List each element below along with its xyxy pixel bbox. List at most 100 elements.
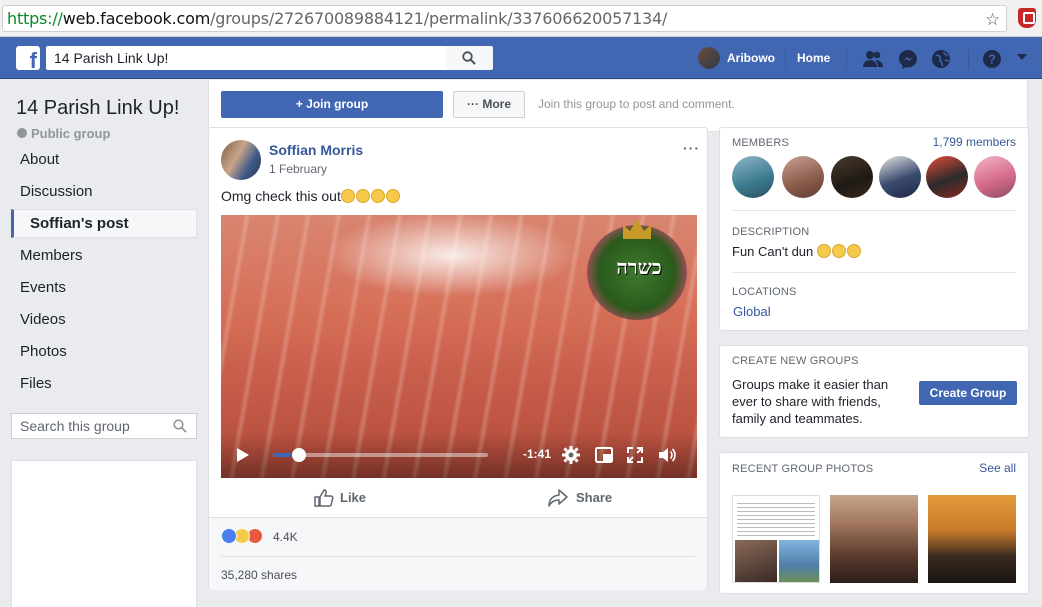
recent-photo-thumbnail[interactable] (830, 495, 918, 583)
user-avatar[interactable] (698, 47, 720, 69)
join-group-button[interactable]: + Join group (221, 91, 443, 118)
post-timestamp[interactable]: 1 February (269, 162, 327, 176)
group-title[interactable]: 14 Parish Link Up! (16, 97, 179, 120)
extension-shield-icon[interactable] (1018, 8, 1036, 28)
like-button[interactable]: Like (314, 481, 374, 515)
member-avatar[interactable] (926, 156, 968, 198)
settings-gear-icon[interactable] (561, 445, 581, 465)
search-icon[interactable] (173, 419, 187, 433)
sidebar-item-soffians-post[interactable]: Soffian's post (11, 209, 197, 238)
video-controls: -1:41 (221, 432, 697, 478)
photo-inset (735, 540, 777, 582)
more-button[interactable]: ··· More (453, 91, 525, 118)
volume-icon[interactable] (657, 445, 677, 465)
sidebar-ad-placeholder (11, 460, 197, 607)
like-reaction-icon (221, 528, 237, 544)
nav-divider (846, 49, 847, 69)
share-label: Share (576, 490, 613, 505)
sidebar-item-videos[interactable]: Videos (11, 305, 197, 334)
divider (221, 556, 695, 557)
divider (732, 272, 1016, 273)
play-icon[interactable] (237, 448, 249, 462)
recent-photo-thumbnail[interactable] (732, 495, 820, 583)
account-menu-chevron-down-icon[interactable] (1017, 54, 1027, 60)
friend-requests-icon[interactable] (862, 48, 884, 70)
search-input[interactable]: 14 Parish Link Up! (46, 46, 446, 70)
messenger-icon[interactable] (897, 48, 919, 70)
public-globe-icon (17, 128, 27, 138)
member-avatar[interactable] (974, 156, 1016, 198)
post-text: Omg check this out (221, 188, 401, 204)
nav-divider (785, 49, 786, 69)
video-player[interactable]: כשרה -1:41 (221, 215, 697, 478)
create-group-button[interactable]: Create Group (919, 381, 1017, 405)
kissing-emoji-icon (816, 244, 831, 258)
recent-photos-label: RECENT GROUP PHOTOS (732, 463, 874, 475)
recent-photo-thumbnail[interactable] (928, 495, 1016, 583)
notifications-globe-icon[interactable] (930, 48, 952, 70)
sidebar-item-about[interactable]: About (11, 145, 197, 174)
share-button[interactable]: Share (548, 481, 618, 515)
description-label: DESCRIPTION (732, 226, 810, 238)
facebook-top-bar: f 14 Parish Link Up! Aribowo Home ? (0, 37, 1042, 79)
post-author-link[interactable]: Soffian Morris (269, 142, 363, 158)
join-hint-text: Join this group to post and comment. (538, 97, 735, 111)
group-privacy-label: Public group (17, 126, 110, 141)
group-search-input[interactable]: Search this group (11, 413, 197, 439)
thumbs-up-icon (314, 489, 334, 507)
home-link[interactable]: Home (797, 51, 830, 65)
url-host: web.facebook.com (62, 9, 211, 28)
reaction-count[interactable]: 4.4K (273, 530, 298, 544)
search-button[interactable] (446, 46, 493, 70)
watermark-text: כשרה (616, 255, 662, 279)
watermark-crown-icon (623, 219, 651, 239)
reactions-section: 4.4K 35,280 shares (209, 517, 707, 590)
post-card: Soffian Morris 1 February ··· Omg check … (208, 127, 708, 590)
address-bar[interactable]: https://web.facebook.com/groups/27267008… (2, 5, 1007, 32)
url-path: /groups/272670089884121/permalink/337606… (210, 9, 668, 28)
user-name-link[interactable]: Aribowo (727, 51, 775, 65)
create-group-card: CREATE NEW GROUPS Groups make it easier … (719, 345, 1029, 438)
bookmark-star-icon[interactable]: ☆ (985, 8, 1000, 33)
shares-count[interactable]: 35,280 shares (221, 568, 297, 582)
laughing-emoji-icon (385, 189, 400, 203)
member-avatar[interactable] (782, 156, 824, 198)
picture-in-picture-icon[interactable] (594, 445, 614, 465)
members-count-link[interactable]: 1,799 members (933, 135, 1016, 149)
heart-eyes-emoji-icon (831, 244, 846, 258)
fullscreen-icon[interactable] (625, 445, 645, 465)
post-action-bar: Like Share (221, 481, 697, 517)
member-avatar[interactable] (831, 156, 873, 198)
group-sidebar: 14 Parish Link Up! Public group About Di… (0, 80, 207, 607)
video-progress-bar[interactable] (273, 448, 488, 462)
location-link[interactable]: Global (733, 304, 771, 319)
laughing-emoji-icon (340, 189, 355, 203)
search-icon (462, 51, 476, 65)
sidebar-item-events[interactable]: Events (11, 273, 197, 302)
video-time-remaining: -1:41 (523, 447, 552, 461)
sidebar-item-photos[interactable]: Photos (11, 337, 197, 366)
see-all-link[interactable]: See all (979, 461, 1016, 475)
members-label: MEMBERS (732, 137, 790, 149)
group-info-card: MEMBERS 1,799 members DESCRIPTION Fun Ca… (719, 127, 1029, 331)
member-avatar[interactable] (879, 156, 921, 198)
help-icon[interactable]: ? (981, 48, 1003, 70)
create-groups-label: CREATE NEW GROUPS (732, 355, 859, 367)
create-groups-text-line: Groups make it easier than (732, 377, 889, 392)
photo-text-lines (737, 500, 815, 536)
facebook-logo-icon[interactable]: f (16, 46, 40, 70)
member-avatar[interactable] (732, 156, 774, 198)
post-options-icon[interactable]: ··· (683, 140, 700, 156)
laughing-emoji-icon (355, 189, 370, 203)
create-groups-text-line: ever to share with friends, (732, 394, 881, 409)
sidebar-item-members[interactable]: Members (11, 241, 197, 270)
video-scrubber-handle[interactable] (291, 448, 306, 462)
divider (732, 210, 1016, 211)
author-avatar[interactable] (221, 140, 261, 180)
svg-text:?: ? (988, 52, 996, 67)
locations-label: LOCATIONS (732, 286, 797, 298)
sidebar-item-files[interactable]: Files (11, 369, 197, 398)
url-scheme: https:// (7, 9, 63, 28)
sidebar-item-discussion[interactable]: Discussion (11, 177, 197, 206)
share-arrow-icon (548, 489, 568, 507)
